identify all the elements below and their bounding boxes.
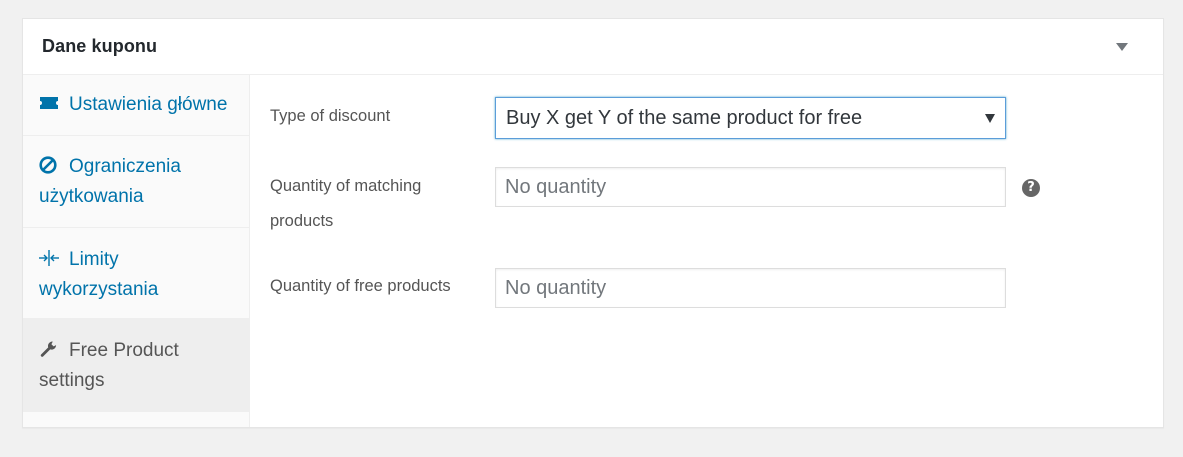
coupon-data-postbox: Dane kuponu Ustawienia główne Ograniczen… bbox=[22, 18, 1164, 428]
matching-qty-input[interactable] bbox=[495, 167, 1006, 207]
postbox-title: Dane kuponu bbox=[42, 36, 158, 56]
tab-free-product-settings[interactable]: Free Product settings bbox=[23, 319, 249, 412]
postbox-header[interactable]: Dane kuponu bbox=[23, 19, 1163, 75]
free-qty-input[interactable] bbox=[495, 268, 1006, 308]
panel-wrap: Ustawienia główne Ograniczenia użytkowan… bbox=[23, 75, 1163, 427]
free-qty-label: Quantity of free products bbox=[270, 277, 451, 295]
wrench-icon bbox=[39, 338, 61, 357]
no-entry-icon bbox=[39, 154, 61, 174]
tab-usage-limits[interactable]: Limity wykorzystania bbox=[23, 228, 249, 319]
discount-type-select[interactable]: Buy X get Y of the same product for free bbox=[495, 97, 1006, 139]
discount-type-value: Buy X get Y of the same product for free bbox=[506, 107, 863, 129]
help-icon[interactable]: ? bbox=[1022, 179, 1040, 197]
tab-general[interactable]: Ustawienia główne bbox=[23, 75, 249, 136]
tab-general-label: Ustawienia główne bbox=[69, 94, 228, 115]
free-product-panel: Type of discount Buy X get Y of the same… bbox=[251, 75, 1163, 427]
ticket-icon bbox=[39, 92, 61, 110]
toggle-panel-icon[interactable] bbox=[1116, 43, 1128, 51]
matching-qty-label: Quantity of matching products bbox=[270, 177, 422, 230]
coupon-tabs: Ustawienia główne Ograniczenia użytkowan… bbox=[23, 75, 250, 427]
discount-type-label: Type of discount bbox=[270, 107, 391, 125]
dropdown-arrow-icon bbox=[985, 114, 995, 123]
arrows-in-icon bbox=[39, 247, 61, 266]
tab-usage-restriction[interactable]: Ograniczenia użytkowania bbox=[23, 136, 249, 228]
